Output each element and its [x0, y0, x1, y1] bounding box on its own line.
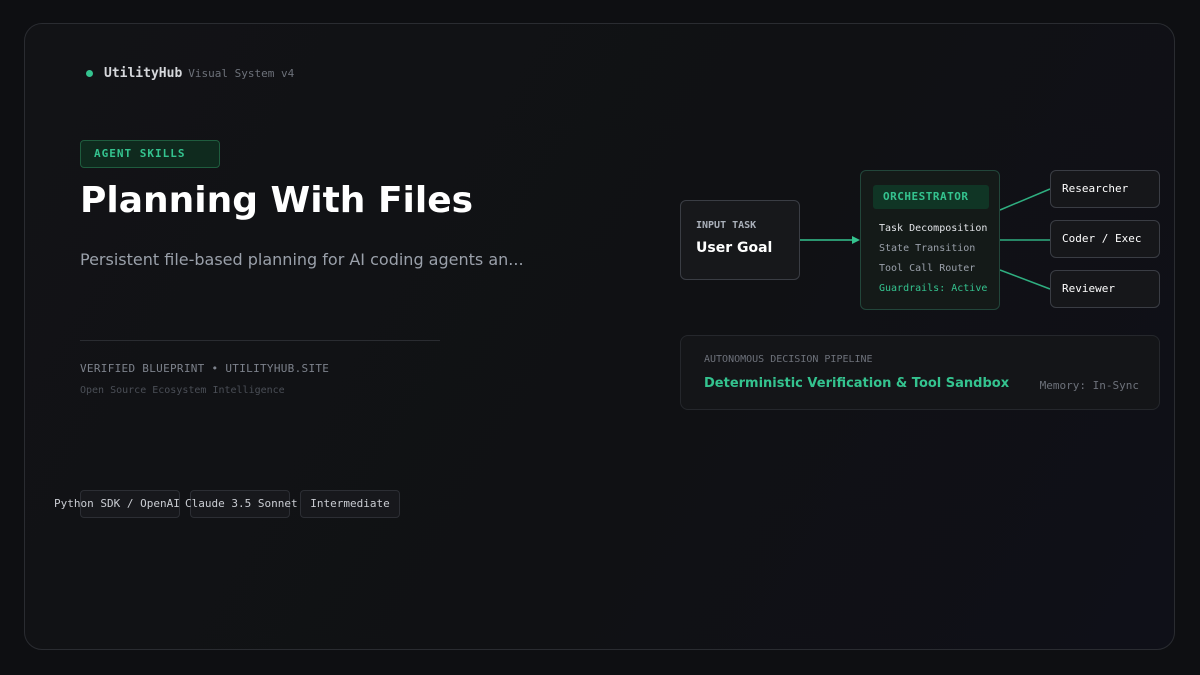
connector-researcher: [999, 188, 1051, 211]
orchestrator-item-guardrails: Guardrails: Active: [879, 283, 988, 294]
pipeline-panel: AUTONOMOUS DECISION PIPELINE Determinist…: [680, 335, 1160, 410]
connector-reviewer: [999, 269, 1051, 290]
agent-node-coder: Coder / Exec: [1050, 220, 1160, 258]
orchestrator-item: Task Decomposition: [879, 223, 988, 234]
memory-status: Memory: In-Sync: [1039, 379, 1139, 392]
agent-node-reviewer: Reviewer: [1050, 270, 1160, 308]
agent-node-researcher: Researcher: [1050, 170, 1160, 208]
orchestrator-item: State Transition: [879, 243, 976, 254]
input-task-value: User Goal: [696, 240, 773, 256]
input-task-node: INPUT TASK User Goal: [680, 200, 800, 280]
pipeline-title: Deterministic Verification & Tool Sandbo…: [704, 376, 1010, 391]
pipeline-label: AUTONOMOUS DECISION PIPELINE: [704, 354, 873, 365]
input-task-label: INPUT TASK: [696, 220, 757, 231]
orchestrator-label: ORCHESTRATOR: [873, 185, 989, 209]
orchestrator-node: ORCHESTRATOR Task Decomposition State Tr…: [860, 170, 1000, 310]
orchestrator-item: Tool Call Router: [879, 263, 976, 274]
arrow-head-icon: [852, 236, 860, 244]
